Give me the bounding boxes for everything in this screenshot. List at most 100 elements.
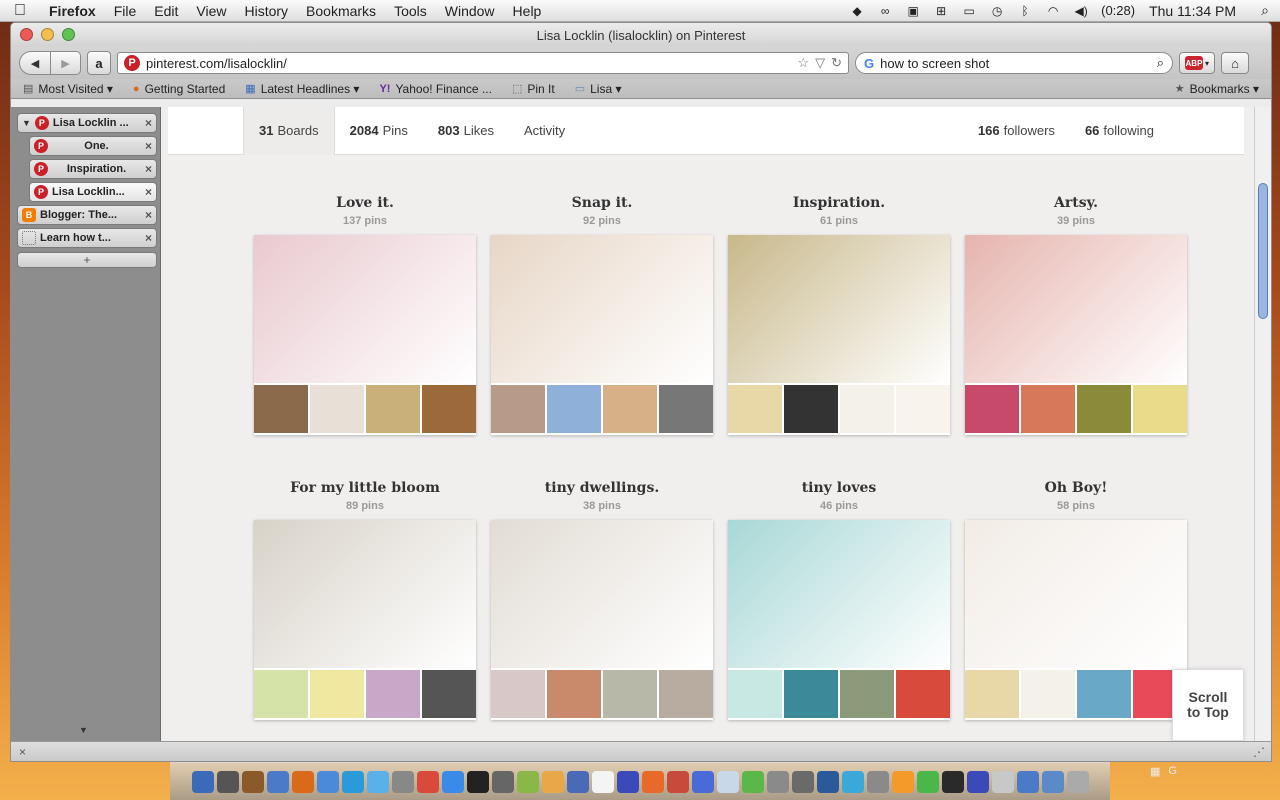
window-close-icon[interactable]: [20, 28, 33, 41]
board-card[interactable]: Love it. 137 pins: [254, 195, 476, 435]
dock-app-icon[interactable]: [616, 770, 639, 793]
board-title[interactable]: Love it.: [254, 195, 476, 211]
board-card[interactable]: Inspiration. 61 pins: [728, 195, 950, 435]
battery-status[interactable]: (0:28): [1101, 3, 1135, 18]
clock[interactable]: Thu 11:34 PM: [1149, 3, 1236, 19]
menu-window[interactable]: Window: [436, 3, 504, 19]
tab-pins[interactable]: 2084 Pins: [335, 107, 423, 155]
reload-icon[interactable]: ↻: [831, 55, 842, 71]
volume-icon[interactable]: ◀): [1069, 3, 1093, 19]
evernote-icon[interactable]: ◆: [845, 3, 869, 19]
menu-file[interactable]: File: [105, 3, 146, 19]
tab-inspiration[interactable]: P Inspiration. ×: [29, 159, 157, 179]
dock-app-icon[interactable]: [266, 770, 289, 793]
board-thumbnail-image[interactable]: [1133, 385, 1187, 433]
downloads-icon[interactable]: G: [1168, 765, 1177, 777]
board-thumbnail-image[interactable]: [366, 385, 420, 433]
board-thumbnail-image[interactable]: [1021, 670, 1075, 718]
board-thumbnail-image[interactable]: [254, 670, 308, 718]
time-machine-icon[interactable]: ◷: [985, 3, 1009, 19]
menu-edit[interactable]: Edit: [145, 3, 187, 19]
tab-group-lisa-locklin[interactable]: ▼ P Lisa Locklin ... ×: [17, 113, 157, 133]
board-card[interactable]: Artsy. 39 pins: [965, 195, 1187, 435]
board-card[interactable]: tiny loves 46 pins: [728, 480, 950, 720]
search-icon[interactable]: ⌕: [1157, 55, 1164, 71]
board-thumbnail-image[interactable]: [603, 385, 657, 433]
sync-icon[interactable]: ▣: [901, 3, 925, 19]
dock-app-icon[interactable]: [591, 770, 614, 793]
board-card[interactable]: Oh Boy! 58 pins: [965, 480, 1187, 720]
board-cover-image[interactable]: [965, 235, 1187, 383]
board-thumbnail-image[interactable]: [728, 385, 782, 433]
dock-app-icon[interactable]: [191, 770, 214, 793]
dock-app-icon[interactable]: [866, 770, 889, 793]
dock-app-icon[interactable]: [541, 770, 564, 793]
board-thumbnail-image[interactable]: [896, 385, 950, 433]
dock-app-icon[interactable]: [1041, 770, 1064, 793]
amazon-icon[interactable]: a: [87, 51, 111, 75]
close-tab-icon[interactable]: ×: [145, 185, 152, 199]
board-thumbnail-image[interactable]: [491, 385, 545, 433]
dock-app-icon[interactable]: [891, 770, 914, 793]
following-link[interactable]: 66 following: [1070, 107, 1169, 155]
dock-app-icon[interactable]: [691, 770, 714, 793]
menu-tools[interactable]: Tools: [385, 3, 436, 19]
dock-app-icon[interactable]: [916, 770, 939, 793]
sidebar-scroll-down-icon[interactable]: ▼: [79, 725, 88, 735]
board-cover-image[interactable]: [728, 520, 950, 668]
bookmark-yahoo-finance[interactable]: Y! Yahoo! Finance ...: [379, 82, 492, 96]
board-cover-image[interactable]: [491, 520, 713, 668]
tab-one[interactable]: P One. ×: [29, 136, 157, 156]
board-thumbnail-image[interactable]: [659, 670, 713, 718]
board-title[interactable]: tiny loves: [728, 480, 950, 496]
dock-app-icon[interactable]: [641, 770, 664, 793]
back-button[interactable]: ◀: [19, 51, 51, 75]
board-title[interactable]: Artsy.: [965, 195, 1187, 211]
board-thumbnail-image[interactable]: [422, 385, 476, 433]
collapse-triangle-icon[interactable]: ▼: [22, 118, 31, 128]
dock-app-icon[interactable]: [491, 770, 514, 793]
board-card[interactable]: Snap it. 92 pins: [491, 195, 713, 435]
board-thumbnail-image[interactable]: [840, 670, 894, 718]
bookmark-getting-started[interactable]: ● Getting Started: [133, 82, 225, 96]
resize-grip-icon[interactable]: ⋰: [1253, 745, 1265, 760]
menu-app-name[interactable]: Firefox: [40, 3, 105, 19]
close-tab-icon[interactable]: ×: [145, 208, 152, 222]
google-icon[interactable]: G: [864, 56, 874, 71]
board-thumbnail-image[interactable]: [603, 670, 657, 718]
close-tab-icon[interactable]: ×: [145, 139, 152, 153]
tab-likes[interactable]: 803 Likes: [423, 107, 509, 155]
grid-icon[interactable]: ⊞: [929, 3, 953, 19]
board-title[interactable]: For my little bloom: [254, 480, 476, 496]
board-title[interactable]: Snap it.: [491, 195, 713, 211]
menu-history[interactable]: History: [235, 3, 297, 19]
board-thumbnail-image[interactable]: [840, 385, 894, 433]
dock-app-icon[interactable]: [966, 770, 989, 793]
wifi-icon[interactable]: ◠: [1041, 3, 1065, 19]
board-thumbnail-image[interactable]: [491, 670, 545, 718]
board-cover-image[interactable]: [728, 235, 950, 383]
dock-app-icon[interactable]: [516, 770, 539, 793]
board-thumbnail-image[interactable]: [310, 385, 364, 433]
board-thumbnail-image[interactable]: [784, 385, 838, 433]
board-preview[interactable]: [491, 520, 713, 720]
dock-app-icon[interactable]: [941, 770, 964, 793]
forward-button[interactable]: ▶: [51, 51, 81, 75]
dock-app-icon[interactable]: [991, 770, 1014, 793]
board-cover-image[interactable]: [491, 235, 713, 383]
dock-app-icon[interactable]: [841, 770, 864, 793]
tab-blogger[interactable]: B Blogger: The... ×: [17, 205, 157, 225]
bookmark-latest-headlines[interactable]: ▦ Latest Headlines ▾: [245, 82, 359, 96]
bookmark-star-icon[interactable]: ☆: [797, 55, 809, 71]
window-zoom-icon[interactable]: [62, 28, 75, 41]
bookmarks-menu-button[interactable]: ★ Bookmarks ▾: [1175, 82, 1259, 96]
new-tab-button[interactable]: +: [17, 252, 157, 268]
menu-bookmarks[interactable]: Bookmarks: [297, 3, 385, 19]
board-thumbnail-image[interactable]: [310, 670, 364, 718]
menu-help[interactable]: Help: [504, 3, 551, 19]
close-tab-icon[interactable]: ×: [145, 162, 152, 176]
board-preview[interactable]: [728, 235, 950, 435]
bookmark-lisa[interactable]: ▭ Lisa ▾: [575, 82, 622, 96]
board-thumbnail-image[interactable]: [896, 670, 950, 718]
dock-app-icon[interactable]: [241, 770, 264, 793]
